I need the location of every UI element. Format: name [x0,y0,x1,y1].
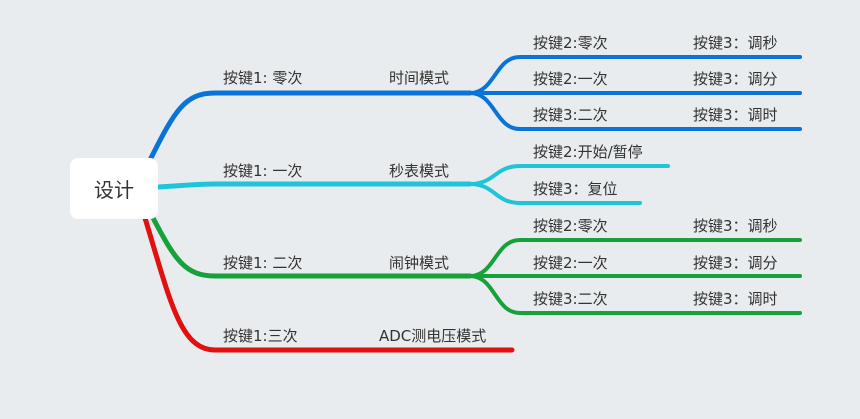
blue-root-connector [147,90,473,163]
node-alarm-mode[interactable]: 闹钟模式 [389,254,449,272]
root-node-label: 设计 [94,178,134,202]
node-time-child-1-right[interactable]: 按键3：调秒 [693,34,778,52]
node-time-child-3-left[interactable]: 按键3:二次 [533,106,608,124]
node-adc-mode[interactable]: ADC测电压模式 [379,327,486,345]
node-time-child-3-right[interactable]: 按键3：调时 [693,106,778,124]
edge-label-adc: 按键1:三次 [223,327,298,345]
edge-label-stopwatch: 按键1: 一次 [223,162,303,180]
cyan-root-connector [155,181,473,190]
node-alarm-child-3-left[interactable]: 按键3:二次 [533,290,608,308]
edge-label-time: 按键1: 零次 [223,69,303,87]
node-time-child-1-left[interactable]: 按键2:零次 [533,34,608,52]
node-alarm-child-1-left[interactable]: 按键2:零次 [533,217,608,235]
node-alarm-child-3-right[interactable]: 按键3：调时 [693,290,778,308]
root-node[interactable]: 设计 [70,158,158,219]
node-stopwatch-child-2[interactable]: 按键3：复位 [533,180,618,198]
node-stopwatch-child-1[interactable]: 按键2:开始/暂停 [533,143,643,161]
node-alarm-child-1-right[interactable]: 按键3：调秒 [693,217,778,235]
node-time-child-2-left[interactable]: 按键2:一次 [533,70,608,88]
node-time-child-2-right[interactable]: 按键3：调分 [693,70,778,88]
node-alarm-child-2-left[interactable]: 按键2:一次 [533,254,608,272]
node-stopwatch-mode[interactable]: 秒表模式 [389,162,449,180]
edge-label-alarm: 按键1: 二次 [223,254,303,272]
node-time-mode[interactable]: 时间模式 [389,69,449,87]
node-alarm-child-2-right[interactable]: 按键3：调分 [693,254,778,272]
